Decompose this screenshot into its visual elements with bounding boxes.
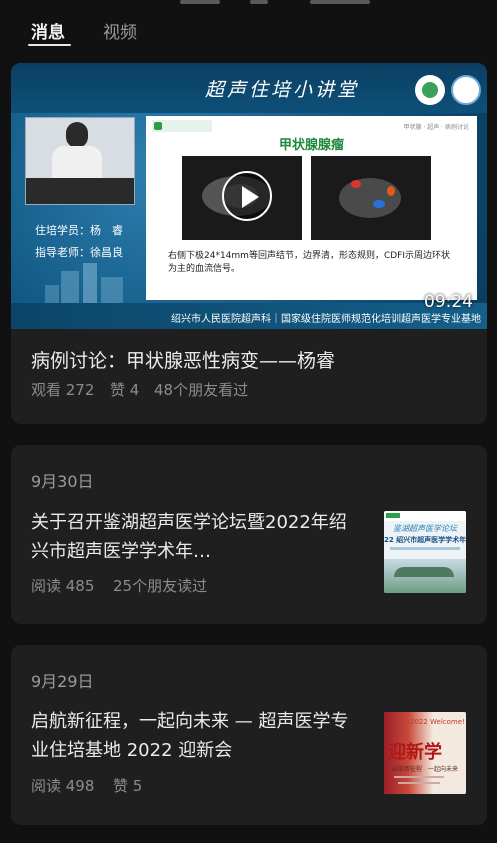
article-like-count: 赞 5 <box>113 777 143 795</box>
thumbnail-footer-text: 绍兴市人民医院超声科｜国家级住院医师规范化培训超声医学专业基地 <box>171 314 481 325</box>
video-card[interactable]: 超声住培小讲堂 住培学员：杨 睿 指导老师：徐昌良 甲状腺 · 超声 · 病例讨… <box>11 63 487 424</box>
article-thumbnail[interactable]: 鉴湖超声医学论坛 22 绍兴市超声医学学术年 <box>384 511 466 593</box>
article-read-count: 阅读 498 <box>31 777 95 795</box>
article-title[interactable]: 关于召开鉴湖超声医学论坛暨2022年绍兴市超声医学学术年… <box>31 508 361 566</box>
cropped-header-fragment <box>120 0 420 6</box>
video-like-count: 赞 4 <box>110 381 140 399</box>
ultrasound-image-right <box>311 156 431 240</box>
tab-bar: 消息 视频 <box>0 0 497 52</box>
slide-caption: 右侧下极24*14mm等回声结节，边界清，形态规则，CDFI示周边环状为主的血流… <box>168 251 450 274</box>
video-view-count: 观看 272 <box>31 381 95 399</box>
thumbnail-student-line: 住培学员：杨 睿 <box>35 224 123 237</box>
article-friends-read: 25个朋友读过 <box>113 577 208 595</box>
presenter-camera-feed <box>25 117 135 205</box>
article-card[interactable]: 9月29日 启航新征程，一起向未来 — 超声医学专业住培基地 2022 迎新会 … <box>11 645 487 825</box>
thumbnail-teacher-line: 指导老师：徐昌良 <box>35 246 123 259</box>
slide-heading: 甲状腺腺瘤 <box>278 138 344 153</box>
active-tab-indicator <box>28 44 71 46</box>
tab-videos[interactable]: 视频 <box>103 18 137 43</box>
article-card[interactable]: 9月30日 关于召开鉴湖超声医学论坛暨2022年绍兴市超声医学学术年… 阅读 4… <box>11 445 487 624</box>
tab-messages[interactable]: 消息 <box>31 18 65 43</box>
article-thumbnail[interactable]: 2022 Welcome! 迎新学 启航新征程 一起向未来 <box>384 712 466 794</box>
article-read-count: 阅读 485 <box>31 577 95 595</box>
article-title[interactable]: 启航新征程，一起向未来 — 超声医学专业住培基地 2022 迎新会 <box>31 707 361 765</box>
thumbnail-banner-title: 超声住培小讲堂 <box>205 79 360 101</box>
video-friends-watched: 48个朋友看过 <box>154 381 249 399</box>
video-title[interactable]: 病例讨论：甲状腺恶性病变——杨睿 <box>31 346 335 373</box>
article-date: 9月29日 <box>31 672 94 691</box>
hospital-logo-icon <box>415 75 445 105</box>
building-illustration <box>45 263 123 303</box>
play-button-icon[interactable] <box>222 171 272 221</box>
article-date: 9月30日 <box>31 472 94 491</box>
university-logo-icon <box>451 75 481 105</box>
lecture-slide: 甲状腺 · 超声 · 病例讨论 甲状腺腺瘤 右侧下极24*14mm等回声结节，边… <box>146 116 477 300</box>
video-thumbnail[interactable]: 超声住培小讲堂 住培学员：杨 睿 指导老师：徐昌良 甲状腺 · 超声 · 病例讨… <box>11 63 487 329</box>
video-duration: 09:24 <box>424 292 473 312</box>
